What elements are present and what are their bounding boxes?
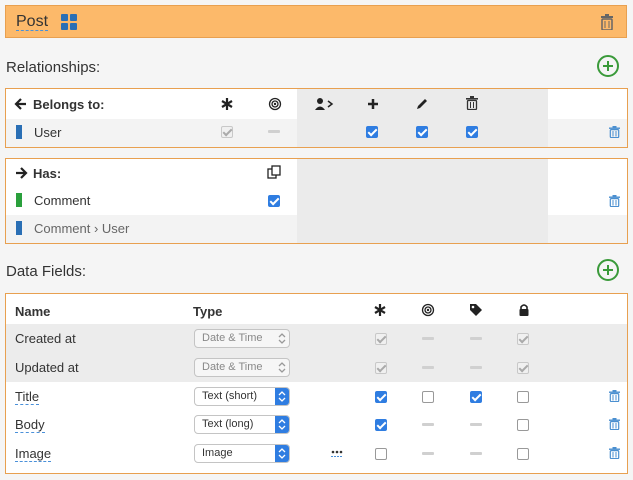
remove-relation-trash-icon[interactable]	[609, 195, 620, 207]
belongs-to-label: Belongs to:	[33, 97, 105, 112]
relation-color-swatch	[16, 125, 22, 139]
add-field-plus-circle-icon[interactable]	[597, 259, 619, 281]
trash-icon	[466, 96, 478, 110]
type-select[interactable]: Text (long)	[194, 415, 290, 434]
add-relationship-plus-circle-icon[interactable]	[597, 55, 619, 77]
model-header: Post	[5, 5, 627, 38]
field-name-text: Image	[15, 446, 52, 462]
row-bg	[548, 215, 627, 243]
arrow-right-icon	[16, 167, 28, 179]
locked-checkbox[interactable]	[517, 448, 529, 460]
edit-permission-checkbox[interactable]	[416, 126, 428, 138]
updown-arrow-icon	[275, 416, 289, 433]
model-title[interactable]: Post	[16, 13, 49, 31]
required-checkbox	[221, 126, 233, 138]
remove-relation-trash-icon[interactable]	[609, 126, 620, 138]
create-permission-checkbox[interactable]	[366, 126, 378, 138]
has-panel: Has: Comment Comment › User	[5, 158, 628, 244]
unique-checkbox[interactable]	[422, 391, 434, 403]
field-name-text: Body	[15, 417, 45, 433]
tag-icon	[470, 304, 482, 316]
required-checkbox	[375, 333, 387, 345]
required-checkbox[interactable]	[375, 419, 387, 431]
plus-icon	[368, 99, 378, 109]
required-checkbox[interactable]	[375, 448, 387, 460]
user-arrow-icon	[315, 98, 334, 110]
asterisk-icon	[221, 98, 233, 110]
unavailable-dash	[268, 130, 280, 133]
relation-color-swatch	[16, 221, 22, 235]
type-select[interactable]: Image	[194, 444, 290, 463]
label-checkbox[interactable]	[470, 391, 482, 403]
remove-field-trash-icon[interactable]	[609, 390, 620, 402]
lock-icon	[519, 304, 529, 316]
remove-field-trash-icon[interactable]	[609, 418, 620, 430]
field-name: Created at	[15, 331, 76, 346]
relation-color-swatch	[16, 193, 22, 207]
grid-icon[interactable]	[61, 14, 77, 30]
required-checkbox	[375, 362, 387, 374]
ellipsis-icon[interactable]	[331, 448, 343, 458]
system-fields-bg	[6, 324, 627, 382]
locked-checkbox[interactable]	[517, 419, 529, 431]
belongs-to-panel: Belongs to: User	[5, 88, 628, 148]
updown-arrow-icon	[275, 330, 289, 347]
unavailable-dash	[470, 366, 482, 369]
updown-arrow-icon	[275, 445, 289, 462]
field-name-body[interactable]: Body	[15, 417, 45, 433]
type-value: Date & Time	[202, 361, 263, 373]
unavailable-dash	[470, 337, 482, 340]
locked-checkbox	[517, 362, 529, 374]
type-select: Date & Time	[194, 329, 290, 348]
field-name-title[interactable]: Title	[15, 389, 40, 405]
updown-arrow-icon	[275, 359, 289, 376]
relationships-title: Relationships:	[6, 59, 101, 76]
unavailable-dash	[470, 452, 482, 455]
unavailable-dash	[422, 452, 434, 455]
cascade-checkbox[interactable]	[268, 195, 280, 207]
unavailable-dash	[422, 337, 434, 340]
permissions-area	[297, 159, 548, 243]
has-comment-label: Comment	[34, 193, 91, 208]
col-name-header: Name	[15, 304, 51, 319]
type-value: Text (long)	[202, 418, 254, 430]
pencil-icon	[417, 99, 427, 109]
target-icon	[421, 303, 435, 317]
belongs-to-user-label: User	[34, 125, 62, 140]
unavailable-dash	[422, 423, 434, 426]
delete-permission-checkbox[interactable]	[466, 126, 478, 138]
type-value: Date & Time	[202, 332, 263, 344]
unavailable-dash	[422, 366, 434, 369]
locked-checkbox	[517, 333, 529, 345]
unavailable-dash	[470, 423, 482, 426]
has-label: Has:	[33, 166, 62, 181]
copy-icon	[267, 165, 281, 179]
has-comment-user-label: Comment › User	[34, 221, 130, 236]
target-icon	[268, 97, 282, 111]
type-value: Image	[202, 447, 233, 459]
arrow-left-icon	[14, 98, 26, 110]
asterisk-icon	[374, 304, 386, 316]
data-fields-title: Data Fields:	[6, 263, 87, 280]
remove-field-trash-icon[interactable]	[609, 447, 620, 459]
col-type-header: Type	[193, 304, 223, 319]
delete-model-trash-icon[interactable]	[600, 14, 614, 30]
updown-arrow-icon	[275, 388, 289, 405]
field-name-text: Title	[15, 389, 40, 405]
field-name-image[interactable]: Image	[15, 446, 52, 462]
type-value: Text (short)	[202, 390, 258, 402]
data-fields-panel: Name Type Created at Date & Time Updated…	[5, 293, 628, 474]
field-name: Updated at	[15, 360, 79, 375]
locked-checkbox[interactable]	[517, 391, 529, 403]
required-checkbox[interactable]	[375, 391, 387, 403]
type-select: Date & Time	[194, 358, 290, 377]
type-select[interactable]: Text (short)	[194, 387, 290, 406]
